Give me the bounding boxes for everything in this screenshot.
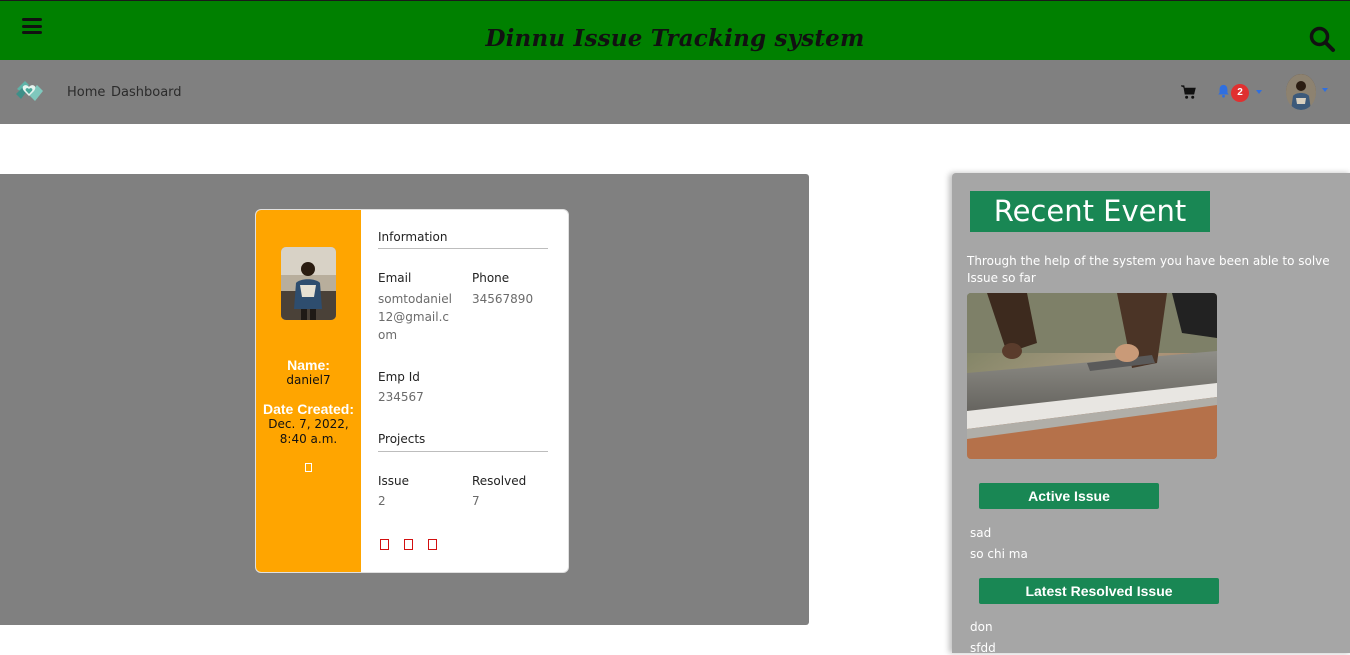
profile-summary: Name: daniel7 Date Created: Dec. 7, 2022… [256,210,361,572]
emp-id-value: 234567 [378,390,424,404]
divider [378,451,548,452]
active-issue-item: so chi ma [970,547,1028,561]
notifications-dropdown[interactable]: 2 [1217,84,1265,104]
navbar: Home Dashboard 2 [0,60,1350,124]
date-created-label: Date Created: [262,401,355,417]
active-issue-heading: Active Issue [979,483,1159,509]
resolved-count: 7 [472,494,480,508]
profile-card: Name: daniel7 Date Created: Dec. 7, 2022… [256,210,568,572]
recent-event-text: Through the help of the system you have … [967,254,1330,285]
social-link-icon[interactable] [428,539,437,550]
profile-photo [281,247,336,320]
cart-icon[interactable] [1181,85,1196,100]
email-label: Email [378,271,412,285]
date-created-line-1: Dec. 7, 2022, [268,417,349,431]
nav-home-link[interactable]: Home [67,85,105,100]
missing-glyph-icon [305,463,312,472]
notification-count-badge: 2 [1231,84,1249,102]
top-header: Dinnu Issue Tracking system [0,0,1350,60]
bell-icon [1218,84,1229,98]
date-created-line-2: 8:40 a.m. [279,432,338,446]
phone-value: 34567890 [472,292,534,306]
projects-heading: Projects [378,432,426,446]
nav-dashboard-link[interactable]: Dashboard [111,85,182,100]
avatar [1286,74,1316,110]
logo-icon[interactable] [13,75,45,107]
search-icon[interactable] [1308,25,1336,53]
recent-event-panel: Recent Event Through the help of the sys… [952,173,1350,655]
recent-event-heading: Recent Event [970,191,1210,232]
social-link-icon[interactable] [404,539,413,550]
chevron-down-icon [1256,90,1262,94]
issue-count: 2 [378,494,386,508]
profile-details: Information Email somtodaniel12@gmail.co… [378,210,550,572]
chevron-down-icon [1322,88,1328,92]
phone-label: Phone [472,271,510,285]
latest-resolved-issue-heading: Latest Resolved Issue [979,578,1219,604]
resolved-issue-item: sfdd [970,641,996,655]
divider [378,248,548,249]
resolved-label: Resolved [472,474,527,488]
emp-id-label: Emp Id [378,370,420,384]
issue-label: Issue [378,474,410,488]
name-label: Name: [287,357,330,373]
information-heading: Information [378,230,448,244]
site-title: Dinnu Issue Tracking system [485,25,865,52]
name-value: daniel7 [286,373,331,387]
resolved-issue-item: don [970,620,993,634]
event-photo [967,293,1217,459]
social-link-icon[interactable] [380,539,389,550]
user-menu-dropdown[interactable] [1286,74,1332,112]
email-value: somtodaniel12@gmail.com [378,292,452,342]
active-issue-item: sad [970,526,992,540]
main-panel: Name: daniel7 Date Created: Dec. 7, 2022… [0,174,809,625]
